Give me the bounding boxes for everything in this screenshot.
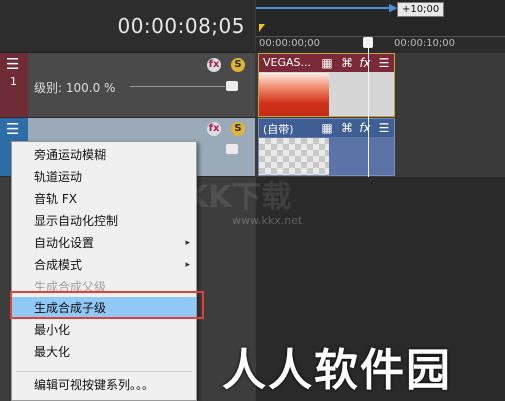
track-context-menu[interactable]: 旁通运动模糊 轨道运动 音轨 FX 显示自动化控制 自动化设置 ▸ 合成模式 ▸ 生… [11, 141, 197, 401]
transparent-thumbnail [259, 138, 329, 175]
hamburger-icon[interactable]: ☰ [6, 57, 19, 72]
playhead-line[interactable] [368, 48, 369, 178]
loop-region-bar[interactable] [256, 7, 392, 9]
menu-item-show-automation[interactable]: 显示自动化控制 [12, 210, 196, 232]
menu-item-label: 旁通运动模糊 [34, 148, 107, 162]
hamburger-icon[interactable]: ☰ [377, 56, 391, 70]
menu-item-automation-settings[interactable]: 自动化设置 ▸ [12, 232, 196, 254]
level-slider-knob[interactable] [226, 81, 238, 91]
crop-icon[interactable]: ⌘ [340, 56, 354, 70]
watermark-brand: 人人软件园 [222, 345, 452, 396]
chevron-right-icon: ▸ [185, 238, 190, 248]
fx-script-icon[interactable]: fx [358, 121, 372, 135]
time-ruler[interactable]: 00:00:00;00 00:00:10;00 [256, 36, 505, 53]
menu-item-label: 最小化 [34, 323, 71, 337]
menu-item-edit-button-set[interactable]: 编辑可视按键系列。。。 [12, 374, 196, 396]
menu-item-label: 音轨 FX [34, 192, 77, 206]
clip-header[interactable]: VEGAS... ▦ ⌘ fx ☰ [259, 54, 394, 72]
menu-item-label: 自动化设置 [34, 236, 95, 250]
ruler-tick-label: 00:00:00;00 [259, 38, 321, 49]
menu-item-minimize[interactable]: 最小化 [12, 319, 196, 341]
clip-thumbnail [259, 73, 329, 116]
level-slider-track[interactable] [130, 86, 225, 87]
watermark-url: www.kkx.net [232, 214, 303, 227]
media-icon[interactable]: ▦ [320, 121, 334, 135]
track-header-1[interactable]: ☰ 1 fx S 级别: 100.0 % [0, 53, 255, 118]
menu-item-label: 轨道运动 [34, 170, 83, 184]
video-clip[interactable]: VEGAS... ▦ ⌘ fx ☰ [258, 53, 395, 117]
track-number: 1 [10, 75, 17, 88]
menu-item-label: 最大化 [34, 345, 71, 359]
track-lane-1[interactable]: VEGAS... ▦ ⌘ fx ☰ [256, 53, 505, 117]
fx-icon[interactable]: fx [207, 122, 221, 136]
menu-item-maximize[interactable]: 最大化 [12, 341, 196, 363]
chevron-right-icon: ▸ [185, 260, 190, 270]
menu-item-track-motion[interactable]: 轨道运动 [12, 166, 196, 188]
ruler-tick-label: 00:00:10;00 [394, 38, 456, 49]
solo-icon[interactable]: S [231, 122, 245, 136]
crop-icon[interactable]: ⌘ [340, 121, 354, 135]
watermark-logo: KK下载 [185, 180, 292, 215]
hamburger-icon[interactable]: ☰ [6, 122, 19, 137]
menu-item-label: 编辑可视按键系列。。。 [34, 378, 155, 392]
hamburger-icon[interactable]: ☰ [377, 121, 391, 135]
level-slider-knob[interactable] [226, 144, 238, 154]
menu-item-track-fx[interactable]: 音轨 FX [12, 188, 196, 210]
clip-title: VEGAS... [263, 56, 311, 69]
track-lane-2[interactable]: (自带) ▦ ⌘ fx ☰ [256, 118, 505, 176]
annotation-highlight-box [10, 291, 204, 319]
fx-icon[interactable]: fx [207, 58, 221, 72]
timeline-ruler-area[interactable]: ▶ +10;00 00:00:00;00 00:00:10;00 [256, 0, 505, 53]
clip-header[interactable]: (自带) ▦ ⌘ fx ☰ [259, 119, 394, 137]
menu-separator [16, 371, 192, 372]
menu-item-label: 显示自动化控制 [34, 214, 119, 228]
menu-item-bypass-motion-blur[interactable]: 旁通运动模糊 [12, 144, 196, 166]
playhead-handle[interactable] [363, 37, 373, 48]
solo-icon[interactable]: S [231, 58, 245, 72]
timecode-panel: 00:00:08;05 [0, 0, 255, 53]
timecode-display[interactable]: 00:00:08;05 [117, 14, 245, 38]
clip-title: (自带) [263, 123, 294, 136]
menu-item-compositing-mode[interactable]: 合成模式 ▸ [12, 254, 196, 276]
media-icon[interactable]: ▦ [320, 56, 334, 70]
menu-item-label: 合成模式 [34, 258, 83, 272]
marker-flag-icon[interactable] [259, 24, 265, 32]
region-offset-label: +10;00 [397, 2, 445, 17]
fx-script-icon[interactable]: fx [358, 56, 372, 70]
video-clip[interactable]: (自带) ▦ ⌘ fx ☰ [258, 118, 395, 176]
track-level-label: 级别: 100.0 % [34, 81, 116, 95]
